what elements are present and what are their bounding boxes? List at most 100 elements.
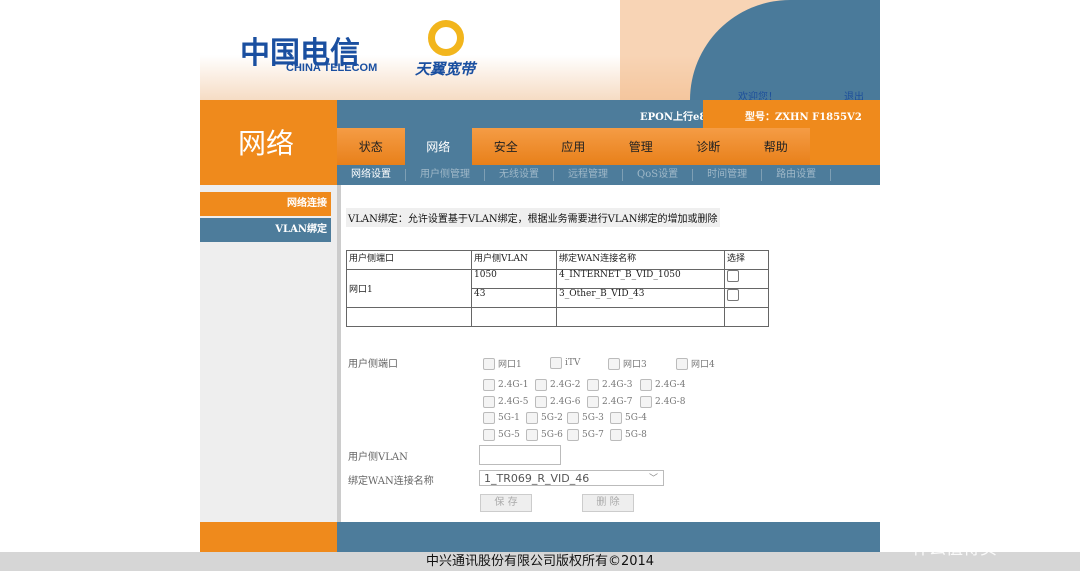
wifi5-checkbox[interactable]: 5G-8 xyxy=(610,429,647,441)
tab-help[interactable]: 帮助 xyxy=(742,128,810,165)
port-checkbox[interactable]: 网口1 xyxy=(483,357,522,370)
wifi24-checkbox[interactable]: 2.4G-1 xyxy=(483,379,528,391)
sidebar-item-vlan-binding[interactable]: VLAN绑定 xyxy=(200,218,331,242)
checkbox[interactable] xyxy=(587,379,599,391)
bottom-bar-right xyxy=(337,522,880,552)
subnav-route[interactable]: 路由设置 xyxy=(762,169,832,181)
checkbox[interactable] xyxy=(676,357,688,370)
subnav-user-side[interactable]: 用户侧管理 xyxy=(406,169,485,181)
checkbox[interactable] xyxy=(526,412,538,424)
sidebar: 网络连接 VLAN绑定 xyxy=(200,185,337,522)
tab-diagnosis[interactable]: 诊断 xyxy=(674,128,742,165)
checkbox[interactable] xyxy=(483,396,495,408)
port-cell: 网口1 xyxy=(346,269,472,308)
chevron-down-icon: ﹀ xyxy=(648,474,658,484)
wifi24-checkbox[interactable]: 2.4G-3 xyxy=(587,379,632,391)
checkbox-label: 2.4G-7 xyxy=(602,397,633,407)
checkbox[interactable] xyxy=(608,357,620,370)
tab-management[interactable]: 管理 xyxy=(607,128,675,165)
tianyi-logo-icon xyxy=(428,20,464,56)
watermark: 什么值得买 xyxy=(912,539,997,559)
checkbox-label: 5G-3 xyxy=(582,413,604,423)
checkbox-label: 5G-8 xyxy=(625,430,647,440)
wifi24-checkbox[interactable]: 2.4G-2 xyxy=(535,379,580,391)
checkbox[interactable] xyxy=(535,396,547,408)
subnav-qos[interactable]: QoS设置 xyxy=(623,169,694,181)
wifi5-checkbox[interactable]: 5G-3 xyxy=(567,412,604,424)
save-button[interactable]: 保 存 xyxy=(480,494,532,512)
bottom-bar-left xyxy=(200,522,337,552)
wan-select[interactable]: 1_TR069_R_VID_46 ﹀ xyxy=(479,470,664,486)
checkbox-label: 5G-2 xyxy=(541,413,563,423)
checkbox-label: 2.4G-5 xyxy=(498,397,529,407)
port-checkbox[interactable]: 网口4 xyxy=(676,357,715,370)
sidebar-item-network-connection[interactable]: 网络连接 xyxy=(200,192,331,216)
checkbox[interactable] xyxy=(483,412,495,424)
tab-security[interactable]: 安全 xyxy=(472,128,540,165)
checkbox[interactable] xyxy=(567,429,579,441)
section-title-box: 网络 xyxy=(200,100,337,185)
port-checkbox[interactable]: iTV xyxy=(550,357,580,369)
tab-application[interactable]: 应用 xyxy=(539,128,607,165)
checkbox-label: 网口4 xyxy=(691,360,715,370)
wifi5-checkbox[interactable]: 5G-1 xyxy=(483,412,520,424)
wifi5-checkbox[interactable]: 5G-4 xyxy=(610,412,647,424)
port-label: 用户侧端口 xyxy=(348,359,398,370)
vlan-input[interactable] xyxy=(479,445,561,465)
checkbox[interactable] xyxy=(526,429,538,441)
checkbox[interactable] xyxy=(567,412,579,424)
vlan-cell: 1050 xyxy=(471,269,557,289)
wifi24-checkbox[interactable]: 2.4G-5 xyxy=(483,396,528,408)
wan-cell: 3_Other_B_VID_43 xyxy=(556,288,725,308)
checkbox[interactable] xyxy=(483,357,495,370)
model-box: 型号：ZXHN F1855V2 xyxy=(703,100,880,128)
logout-link[interactable]: 退出 xyxy=(844,88,864,100)
vlan-binding-table: 用户侧端口 用户侧VLAN 绑定WAN连接名称 选择 网口1 1050 4_IN… xyxy=(346,250,769,327)
description: VLAN绑定：允许设置基于VLAN绑定，根据业务需要进行VLAN绑定的增加或删除 xyxy=(346,208,720,227)
wifi5-checkbox[interactable]: 5G-5 xyxy=(483,429,520,441)
checkbox[interactable] xyxy=(640,396,652,408)
subnav-wireless[interactable]: 无线设置 xyxy=(485,169,554,181)
checkbox[interactable] xyxy=(535,379,547,391)
checkbox-label: 2.4G-2 xyxy=(550,380,581,390)
table-header: 用户侧端口 用户侧VLAN 绑定WAN连接名称 选择 xyxy=(346,250,769,270)
wan-cell: 4_INTERNET_B_VID_1050 xyxy=(556,269,725,289)
vlan-label: 用户侧VLAN xyxy=(348,452,408,463)
wifi5-checkbox[interactable]: 5G-6 xyxy=(526,429,563,441)
wifi24-checkbox[interactable]: 2.4G-6 xyxy=(535,396,580,408)
wifi24-checkbox[interactable]: 2.4G-7 xyxy=(587,396,632,408)
checkbox-label: 5G-5 xyxy=(498,430,520,440)
tab-network[interactable]: 网络 xyxy=(404,128,472,165)
checkbox[interactable] xyxy=(483,379,495,391)
sub-nav: 网络设置 用户侧管理 无线设置 远程管理 QoS设置 时间管理 路由设置 xyxy=(337,165,880,185)
wifi5-checkbox[interactable]: 5G-2 xyxy=(526,412,563,424)
checkbox-label: 5G-1 xyxy=(498,413,520,423)
wifi24-checkbox[interactable]: 2.4G-8 xyxy=(640,396,685,408)
china-telecom-logo-en: CHINA TELECOM xyxy=(286,62,378,74)
col-header: 用户侧VLAN xyxy=(471,250,557,270)
wifi24-checkbox[interactable]: 2.4G-4 xyxy=(640,379,685,391)
row-select-checkbox[interactable] xyxy=(727,289,739,301)
col-header: 用户侧端口 xyxy=(346,250,472,270)
checkbox[interactable] xyxy=(610,412,622,424)
delete-button[interactable]: 删 除 xyxy=(582,494,634,512)
checkbox-label: 网口1 xyxy=(498,360,522,370)
checkbox-label: 网口3 xyxy=(623,360,647,370)
checkbox[interactable] xyxy=(640,379,652,391)
wifi5-checkbox[interactable]: 5G-7 xyxy=(567,429,604,441)
table-row-empty xyxy=(346,307,769,327)
checkbox[interactable] xyxy=(610,429,622,441)
checkbox[interactable] xyxy=(550,357,562,369)
row-select-checkbox[interactable] xyxy=(727,270,739,282)
subnav-remote[interactable]: 远程管理 xyxy=(554,169,623,181)
checkbox-label: 2.4G-4 xyxy=(655,380,686,390)
port-checkbox[interactable]: 网口3 xyxy=(608,357,647,370)
wan-selected: 1_TR069_R_VID_46 xyxy=(484,472,590,485)
checkbox-label: 2.4G-3 xyxy=(602,380,633,390)
welcome-text: 欢迎您！ xyxy=(738,92,778,100)
tab-status[interactable]: 状态 xyxy=(337,128,405,165)
checkbox[interactable] xyxy=(483,429,495,441)
checkbox[interactable] xyxy=(587,396,599,408)
subnav-time[interactable]: 时间管理 xyxy=(693,169,763,181)
subnav-network-settings[interactable]: 网络设置 xyxy=(337,169,406,181)
